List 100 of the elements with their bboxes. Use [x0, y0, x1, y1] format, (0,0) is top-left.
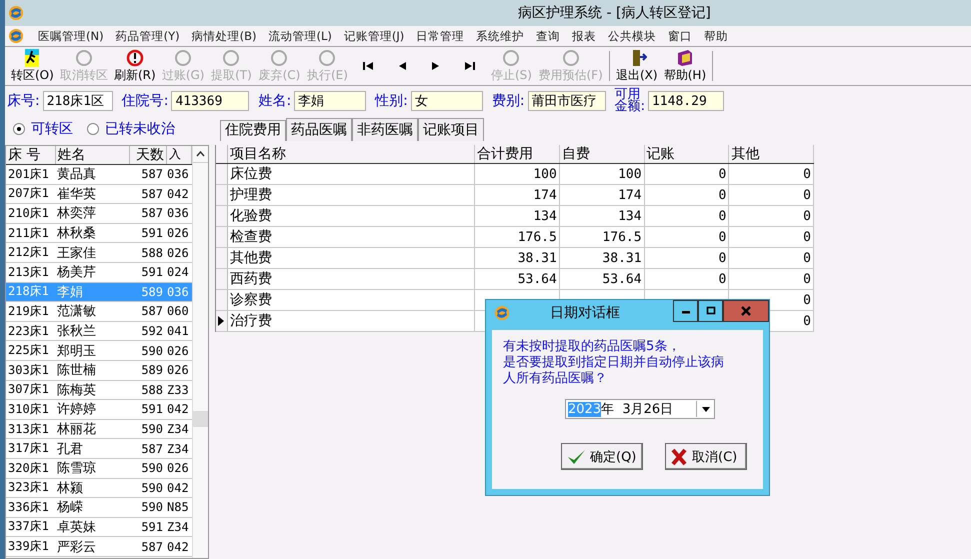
table-cell: 化验费 — [230, 207, 272, 225]
cancel-button[interactable]: 取消(C) — [665, 443, 747, 470]
menu-item[interactable]: 记账管理(J) — [338, 28, 410, 44]
scrollbar[interactable] — [192, 146, 208, 558]
list-row[interactable]: 225床1 郑明玉 590 026 — [6, 341, 192, 361]
table-cell-text: Z33 — [166, 382, 189, 397]
menu-item[interactable]: 窗口 — [662, 28, 698, 44]
menu-item[interactable]: 帮助 — [698, 28, 734, 44]
table-cell-text: 042 — [166, 540, 189, 554]
table-cell-text: 590 — [140, 344, 164, 358]
list-row[interactable]: 317床1 孔君 587 Z34 — [6, 439, 192, 459]
table-cell-text: 060 — [166, 304, 189, 318]
table-cell-text: 587 — [140, 442, 164, 456]
table-cell-text: 590 — [140, 422, 164, 436]
scrollbar-thumb[interactable] — [193, 411, 208, 427]
input-field[interactable]: 女 — [410, 91, 483, 111]
maximize-icon — [706, 306, 716, 316]
table-cell-text: 026 — [166, 363, 189, 378]
toolbar-button[interactable]: 转区(O) — [8, 47, 57, 85]
input-field[interactable]: 218床1区 — [42, 91, 113, 111]
list-row[interactable]: 201床1 黄品真 587 036 — [6, 165, 192, 185]
list-row[interactable]: 223床1 张秋兰 592 041 — [6, 322, 192, 342]
field-label: 床号: — [7, 92, 40, 110]
field-label: 可用 金额: — [614, 89, 645, 113]
dialog-message: 有未按时提取的药品医嘱5条， 是否要提取到指定日期并自动停止该病 人所有药品医嘱？ — [503, 339, 725, 387]
input-field[interactable]: 1148.29 — [648, 91, 724, 111]
menu-item[interactable]: 系统维护 — [470, 28, 530, 44]
table-cell-text: 339床1 — [7, 538, 50, 556]
logo-icon — [8, 5, 24, 21]
table-cell-text: 303床1 — [7, 362, 50, 379]
list-row[interactable]: 339床1 严彩云 587 042 — [6, 537, 192, 557]
list-row[interactable]: 313床1 林丽花 590 Z34 — [6, 420, 192, 440]
list-row[interactable]: 336床1 杨嵘 590 N85 — [6, 498, 192, 518]
logo-icon — [8, 28, 24, 44]
menu-item[interactable]: 查询 — [530, 28, 566, 44]
close-button[interactable] — [723, 300, 769, 322]
menu-item[interactable]: 病情处理(B) — [186, 28, 262, 44]
column-header[interactable]: 项目名称 — [228, 145, 476, 163]
toolbar-button[interactable]: 帮助(H) — [660, 47, 710, 85]
table-cell-text: 590 — [140, 500, 164, 514]
list-row[interactable]: 310床1 许婷婷 591 042 — [6, 400, 192, 420]
menu-item[interactable]: 流动管理(L) — [262, 28, 338, 44]
maximize-button[interactable] — [698, 300, 723, 322]
menu-item[interactable]: 药品管理(Y) — [110, 28, 186, 44]
input-field[interactable]: 413369 — [171, 91, 250, 111]
radio-button[interactable] — [13, 122, 25, 134]
tab[interactable]: 非药医嘱 — [352, 118, 418, 141]
toolbar-icon — [74, 49, 94, 67]
column-header[interactable]: 记账 — [644, 145, 730, 163]
list-row[interactable]: 211床1 林秋桑 591 026 — [6, 224, 192, 244]
radio-button[interactable] — [87, 122, 99, 134]
date-picker[interactable]: 2023年 3月26日 — [565, 399, 715, 419]
toolbar-button[interactable]: 退出(X) — [612, 47, 661, 85]
close-icon — [740, 306, 752, 316]
tab[interactable]: 药品医嘱 — [286, 118, 352, 141]
radio-label[interactable]: 已转未收治 — [105, 120, 175, 138]
list-row[interactable]: 323床1 林颍 590 042 — [6, 478, 192, 498]
table-cell-text: 587 — [140, 167, 164, 182]
list-row[interactable]: 307床1 陈梅英 588 Z33 — [6, 380, 192, 400]
table-cell: 174 — [533, 188, 557, 202]
table-cell-text: 林奕萍 — [56, 205, 97, 222]
logo-icon — [494, 305, 510, 321]
list-row[interactable]: 210床1 林奕萍 587 036 — [6, 204, 192, 224]
tab[interactable]: 住院费用 — [220, 120, 286, 141]
menu-item[interactable]: 报表 — [566, 28, 602, 44]
row-selector[interactable] — [216, 311, 228, 331]
table-cell-text: 590 — [140, 461, 164, 476]
menu-item[interactable]: 日常管理 — [410, 28, 470, 44]
tab[interactable]: 记账项目 — [418, 118, 484, 141]
table-cell-text: 213床1 — [7, 264, 50, 281]
ok-button[interactable]: 确定(Q) — [561, 443, 643, 470]
radio-label[interactable]: 可转区 — [31, 120, 73, 138]
toolbar-icon — [560, 49, 581, 67]
toolbar-icon — [173, 49, 194, 67]
table-cell: 0 — [718, 166, 726, 182]
table-cell: 0 — [803, 188, 811, 202]
column-header[interactable]: 天数 — [130, 146, 168, 164]
table-cell-text: Z34 — [166, 442, 189, 456]
input-field[interactable]: 李娟 — [294, 91, 366, 111]
list-row[interactable]: 337床1 卓英妹 591 Z34 — [6, 518, 192, 538]
minimize-button[interactable] — [673, 300, 698, 322]
table-cell-text: 严彩云 — [56, 538, 97, 556]
column-header[interactable]: 其他 — [729, 145, 814, 163]
table-cell-text: 589 — [140, 284, 164, 299]
toolbar-button[interactable]: 刷新(R) — [110, 47, 159, 85]
column-header[interactable]: 姓名 — [56, 146, 130, 164]
list-row[interactable]: 219床1 范潇敏 587 060 — [6, 302, 192, 322]
field-label: 姓名: — [258, 92, 292, 110]
column-header[interactable]: 床 号 — [6, 146, 56, 164]
menu-item[interactable]: 医嘱管理(N) — [32, 28, 110, 44]
list-row[interactable]: 207床1 崔华英 587 042 — [6, 184, 192, 204]
list-row[interactable]: 212床1 王家佳 588 026 — [6, 243, 192, 263]
table-cell: 0 — [803, 250, 811, 266]
table-cell-text: 许婷婷 — [56, 401, 97, 418]
table-cell-text: 313床1 — [7, 420, 50, 438]
table-cell-text: 212床1 — [7, 244, 50, 262]
input-field[interactable]: 莆田市医疗 — [528, 91, 606, 111]
column-header[interactable]: 合计费用 — [475, 145, 560, 163]
menu-item[interactable]: 公共模块 — [602, 28, 662, 44]
table-cell-text: 587 — [140, 206, 164, 220]
